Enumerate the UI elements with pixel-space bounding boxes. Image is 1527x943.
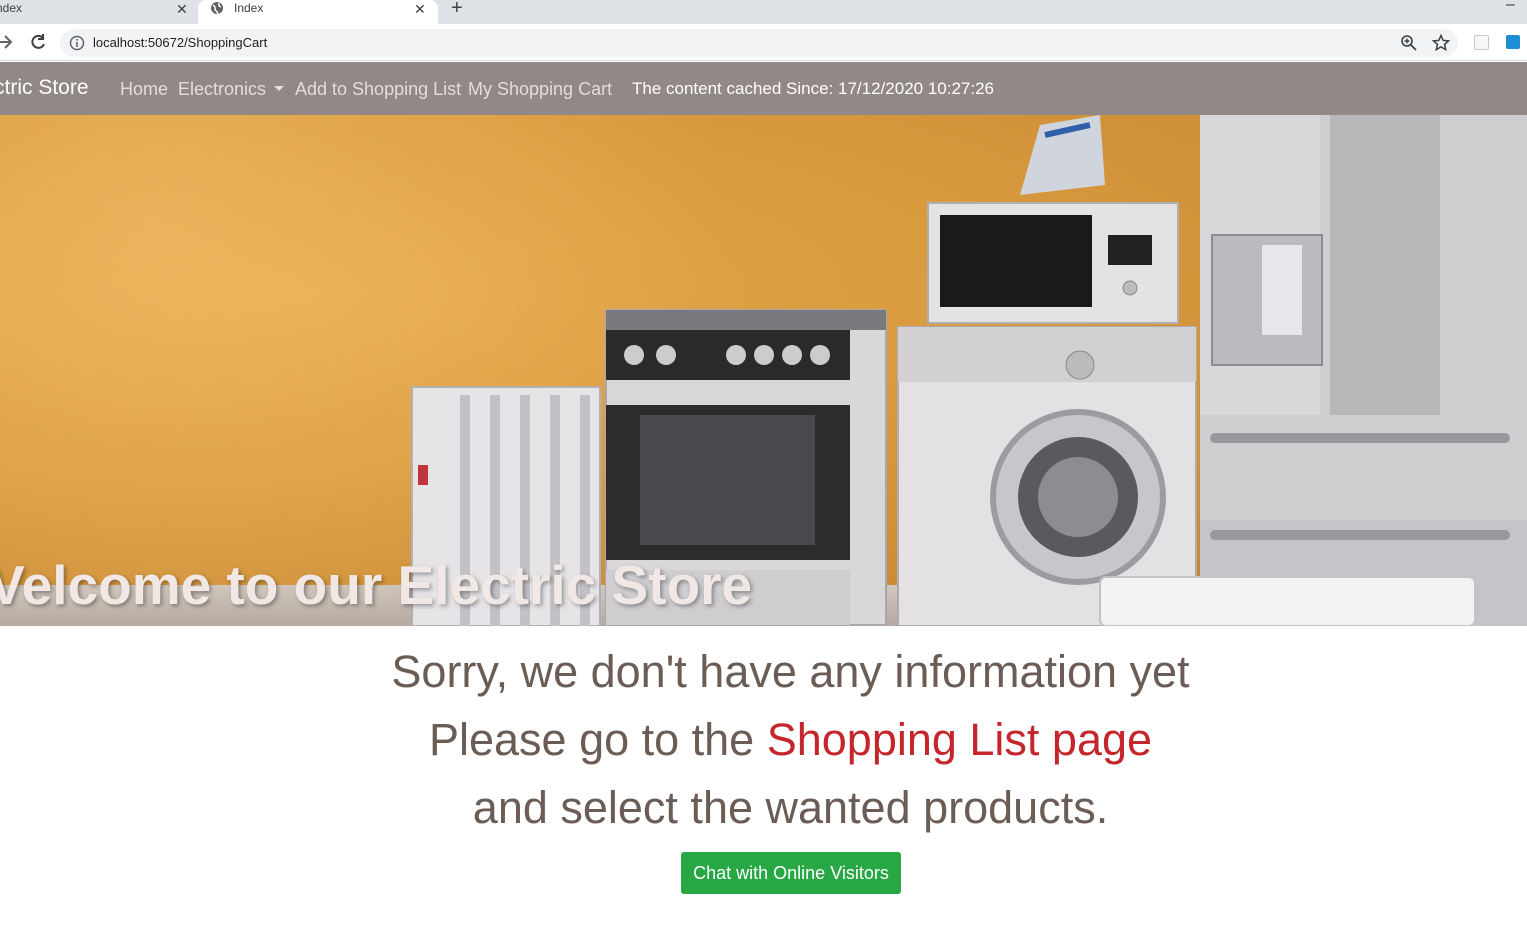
browser-tab-index-active[interactable]: Index ✕ bbox=[198, 0, 438, 24]
no-info-message: Sorry, we don't have any information yet bbox=[391, 646, 1190, 697]
globe-icon bbox=[210, 1, 224, 18]
extension-icon[interactable] bbox=[1506, 35, 1520, 49]
nav-home-link[interactable]: Home bbox=[120, 79, 168, 100]
hero-banner: Velcome to our Electric Store bbox=[0, 115, 1527, 626]
prompt-prefix: Please go to the bbox=[428, 714, 767, 765]
tab-title: Index bbox=[234, 1, 264, 15]
microwave-image bbox=[927, 202, 1179, 324]
browser-tabstrip: ndex ✕ Index ✕ + – bbox=[0, 0, 1527, 24]
new-tab-button[interactable]: + bbox=[451, 0, 463, 18]
url-text[interactable]: localhost:50672/ShoppingCart bbox=[93, 35, 267, 50]
info-icon[interactable] bbox=[69, 35, 85, 51]
chevron-down-icon[interactable] bbox=[274, 86, 284, 91]
browser-tab-index-1[interactable]: ndex ✕ bbox=[0, 0, 196, 24]
nav-add-to-shopping-list-link[interactable]: Add to Shopping List bbox=[295, 79, 461, 100]
shopping-list-prompt: Please go to the Shopping List page bbox=[0, 714, 1527, 766]
brand-link[interactable]: ctric Store bbox=[0, 76, 89, 100]
browser-toolbar: localhost:50672/ShoppingCart bbox=[0, 24, 1527, 61]
hero-title: Velcome to our Electric Store bbox=[0, 554, 753, 616]
iron-image bbox=[1020, 115, 1105, 195]
tab-close-icon[interactable]: ✕ bbox=[176, 1, 188, 18]
tab-title: ndex bbox=[0, 1, 23, 15]
select-products-message: and select the wanted products. bbox=[472, 782, 1109, 833]
nav-electronics-dropdown[interactable]: Electronics bbox=[178, 79, 266, 100]
zoom-icon[interactable] bbox=[1400, 34, 1418, 52]
shopping-list-page-link[interactable]: Shopping List page bbox=[767, 714, 1152, 765]
nav-my-shopping-cart-link[interactable]: My Shopping Cart bbox=[468, 79, 612, 100]
refrigerator-image bbox=[1200, 115, 1527, 626]
forward-arrow-icon[interactable] bbox=[0, 32, 16, 52]
extension-icon[interactable] bbox=[1474, 35, 1489, 50]
address-bar[interactable]: localhost:50672/ShoppingCart bbox=[60, 29, 1458, 57]
air-conditioner-image bbox=[1099, 576, 1476, 626]
site-navbar: ctric Store Home Electronics Add to Shop… bbox=[0, 62, 1527, 115]
window-minimize-button[interactable]: – bbox=[1506, 0, 1515, 14]
bookmark-star-icon[interactable] bbox=[1431, 33, 1451, 52]
appliances-illustration bbox=[411, 115, 1527, 626]
tab-close-icon[interactable]: ✕ bbox=[414, 1, 426, 18]
reload-icon[interactable] bbox=[28, 32, 48, 52]
cache-timestamp-text: The content cached Since: 17/12/2020 10:… bbox=[632, 79, 994, 98]
chat-with-online-visitors-button[interactable]: Chat with Online Visitors bbox=[681, 852, 901, 894]
